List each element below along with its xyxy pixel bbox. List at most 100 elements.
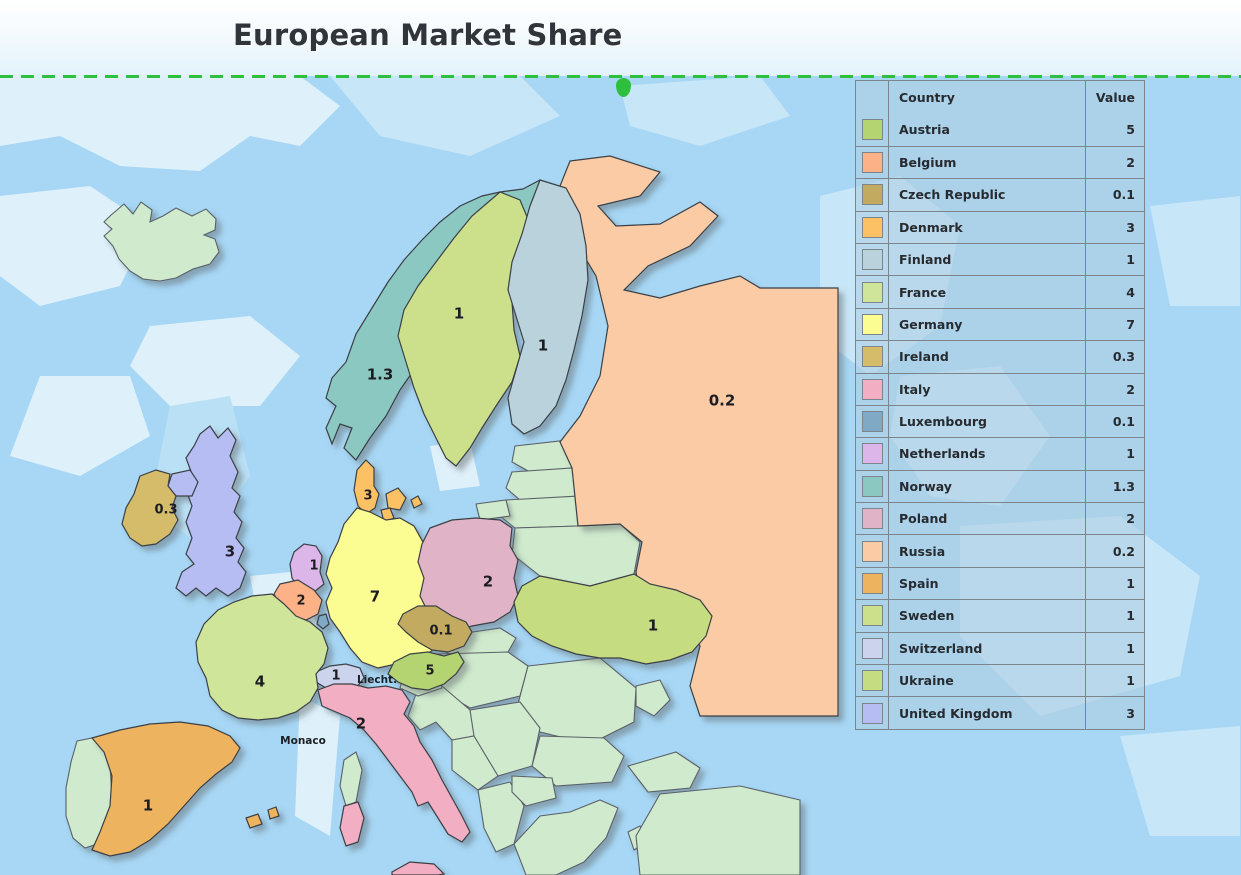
legend-color-swatch: [861, 119, 883, 141]
legend-row[interactable]: Denmark 3: [856, 210, 1144, 243]
legend-row[interactable]: Italy 2: [856, 372, 1144, 405]
legend-country-value: 2: [1126, 154, 1135, 170]
region-value-sweden: 1: [454, 305, 464, 323]
region-value-poland: 2: [483, 573, 493, 591]
legend-color-swatch: [861, 216, 883, 238]
legend-swatch-cell: [856, 438, 889, 470]
legend-row[interactable]: Spain 1: [856, 566, 1144, 600]
unhighlighted-land-group-2: [475, 499, 511, 521]
legend-color-swatch: [861, 184, 883, 206]
legend-country-value: 0.3: [1112, 349, 1135, 365]
legend-country-value: 2: [1126, 381, 1135, 397]
legend-country-name: Finland: [889, 243, 1086, 276]
legend-country-value: 2: [1126, 511, 1135, 527]
legend-country-name: Switzerland: [889, 632, 1086, 665]
legend-swatch-cell: [856, 308, 889, 341]
legend-country-value: 4: [1126, 284, 1135, 300]
region-value-germany: 7: [370, 588, 380, 606]
legend-row[interactable]: Switzerland 1: [856, 631, 1144, 665]
legend-country-value: 1: [1126, 252, 1135, 268]
legend-row[interactable]: France 4: [856, 275, 1144, 308]
legend-header-value: Value: [1095, 89, 1135, 105]
legend-color-swatch: [861, 702, 883, 724]
legend-color-swatch: [861, 475, 883, 497]
region-value-spain: 1: [143, 797, 153, 815]
legend-country-value: 1: [1126, 576, 1135, 592]
legend-row[interactable]: Belgium 2: [856, 145, 1144, 179]
legend-color-swatch: [861, 151, 883, 173]
legend-color-swatch: [861, 670, 883, 692]
annotation-liechtenstein: Liecht.: [357, 674, 397, 686]
legend-header-row: Country Value: [856, 81, 1144, 114]
legend-swatch-cell: [856, 179, 889, 211]
legend-country-value: 0.2: [1112, 543, 1135, 559]
legend-rows-container: Austria 5 Belgium 2 Czech Republic 0.1 Denmark…: [856, 113, 1144, 729]
legend-country-value: 3: [1126, 219, 1135, 235]
legend-row[interactable]: Germany 7: [856, 307, 1144, 341]
legend-row[interactable]: Netherlands 1: [856, 437, 1144, 470]
legend-color-swatch: [861, 443, 883, 465]
legend-country-value: 0.1: [1112, 414, 1135, 430]
legend-color-swatch: [861, 411, 883, 433]
region-value-czech: 0.1: [429, 624, 452, 639]
legend-table[interactable]: Country Value Austria 5 Belgium 2 Czech Repu…: [855, 80, 1145, 730]
legend-swatch-cell: [856, 341, 889, 373]
legend-country-value: 1: [1126, 446, 1135, 462]
legend-row[interactable]: United Kingdom 3: [856, 696, 1144, 729]
legend-country-name: United Kingdom: [889, 697, 1086, 729]
legend-country-name: Luxembourg: [889, 405, 1086, 438]
legend-country-name: Austria: [889, 113, 1086, 146]
legend-country-value: 3: [1126, 705, 1135, 721]
legend-swatch-cell: [856, 276, 889, 308]
legend-color-swatch: [861, 378, 883, 400]
legend-row[interactable]: Sweden 1: [856, 599, 1144, 632]
region-value-austria: 5: [425, 664, 434, 679]
legend-color-swatch: [861, 573, 883, 595]
legend-row[interactable]: Finland 1: [856, 242, 1144, 276]
legend-swatch-cell: [856, 146, 889, 179]
region-value-ireland: 0.3: [154, 503, 177, 518]
region-value-netherlands: 1: [309, 559, 318, 574]
legend-country-name: Russia: [889, 535, 1086, 567]
legend-swatch-cell: [856, 697, 889, 729]
legend-country-name: Czech Republic: [889, 179, 1086, 211]
legend-swatch-cell: [856, 470, 889, 503]
legend-color-swatch: [861, 346, 883, 368]
legend-color-swatch: [861, 508, 883, 530]
legend-country-value: 1: [1126, 640, 1135, 656]
region-kaliningrad: [475, 499, 511, 521]
legend-row[interactable]: Ukraine 1: [856, 664, 1144, 697]
legend-swatch-cell: [856, 113, 889, 146]
legend-country-name: Norway: [889, 470, 1086, 503]
legend-swatch-cell: [856, 373, 889, 405]
legend-country-name: Belgium: [889, 146, 1086, 179]
legend-swatch-cell: [856, 405, 889, 438]
legend-row[interactable]: Russia 0.2: [856, 534, 1144, 567]
legend-row[interactable]: Czech Republic 0.1: [856, 178, 1144, 211]
legend-country-value: 7: [1126, 316, 1135, 332]
region-value-norway: 1.3: [367, 366, 394, 384]
legend-color-swatch: [861, 637, 883, 659]
region-value-italy: 2: [356, 715, 366, 733]
legend-swatch-cell: [856, 535, 889, 567]
legend-row[interactable]: Poland 2: [856, 502, 1144, 535]
region-value-switzerland: 1: [331, 669, 340, 684]
legend-swatch-cell: [856, 665, 889, 697]
legend-country-name: Spain: [889, 567, 1086, 600]
legend-row[interactable]: Norway 1.3: [856, 469, 1144, 503]
annotation-monaco: Monaco: [280, 735, 326, 747]
legend-swatch-cell: [856, 632, 889, 665]
region-value-russia: 0.2: [709, 392, 736, 410]
legend-country-name: Netherlands: [889, 438, 1086, 470]
legend-country-name: Italy: [889, 373, 1086, 405]
legend-color-swatch: [861, 313, 883, 335]
legend-country-name: Germany: [889, 308, 1086, 341]
legend-row[interactable]: Ireland 0.3: [856, 340, 1144, 373]
region-value-belgium: 2: [296, 594, 305, 609]
legend-swatch-cell: [856, 211, 889, 243]
legend-color-swatch: [861, 281, 883, 303]
legend-row[interactable]: Austria 5: [856, 113, 1144, 146]
legend-row[interactable]: Luxembourg 0.1: [856, 404, 1144, 438]
legend-color-swatch: [861, 605, 883, 627]
region-value-uk: 3: [225, 543, 235, 561]
